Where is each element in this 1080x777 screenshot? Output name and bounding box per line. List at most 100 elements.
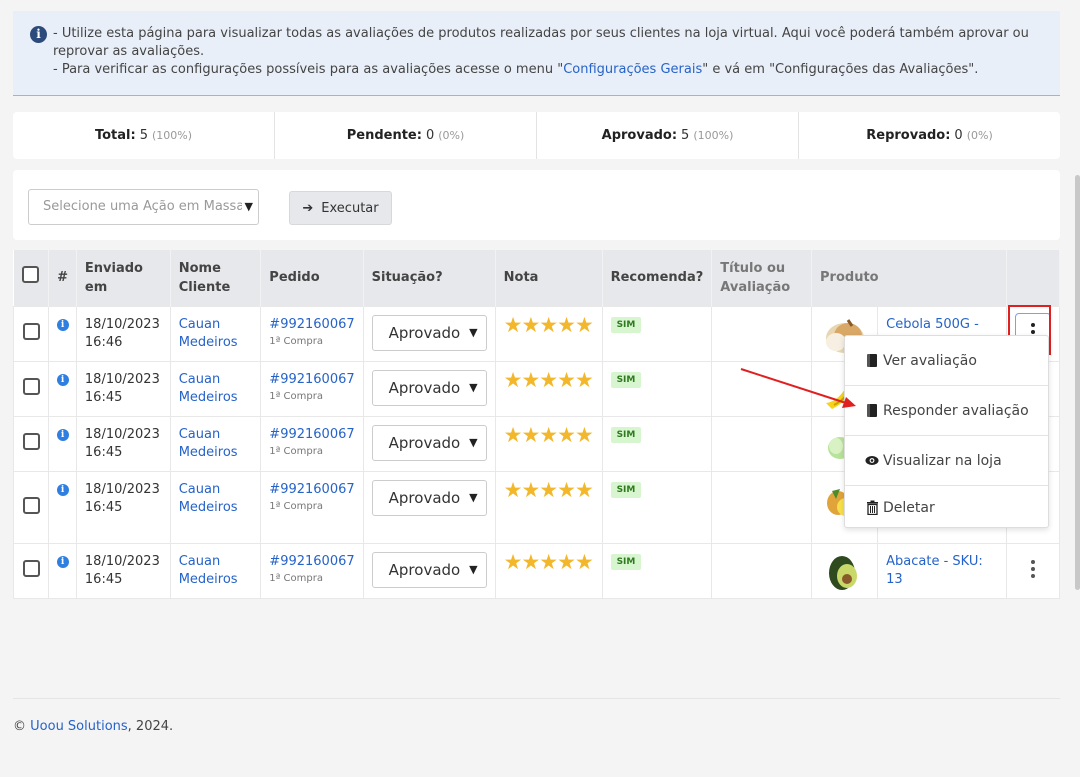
info-icon[interactable]: i	[56, 555, 69, 568]
stat-label: Reprovado:	[866, 128, 951, 143]
rating-stars: ★★★★★	[503, 367, 594, 392]
col-status[interactable]: Situação?	[363, 250, 496, 306]
col-product[interactable]: Produto	[811, 250, 1008, 306]
execute-button[interactable]: ➔ Executar	[289, 191, 392, 225]
rating-stars: ★★★★★	[503, 477, 594, 502]
info-line-2: - Para verificar as configurações possív…	[53, 61, 1040, 79]
status-select[interactable]: Aprovado ▼	[371, 424, 487, 461]
company-link[interactable]: Uoou Solutions	[30, 719, 128, 734]
stat-total: Total: 5 (100%)	[13, 112, 275, 159]
info-icon: i	[30, 26, 47, 43]
chevron-down-icon: ▼	[241, 190, 253, 224]
sent-time: 16:46	[84, 334, 123, 350]
order-sub: 1ª Compra	[269, 500, 323, 512]
stat-pct: (0%)	[438, 129, 465, 142]
stat-value: 0	[954, 128, 963, 143]
sent-date: 18/10/2023	[84, 553, 160, 569]
row-actions-button[interactable]	[1007, 559, 1059, 578]
order-sub: 1ª Compra	[269, 445, 323, 457]
sent-time: 16:45	[84, 571, 123, 587]
row-checkbox[interactable]	[22, 433, 40, 450]
product-link[interactable]: Abacate - SKU: 13	[886, 554, 983, 587]
info-icon[interactable]: i	[56, 373, 69, 386]
client-link[interactable]: Cauan Medeiros	[179, 317, 238, 350]
col-sent[interactable]: Enviado em	[76, 250, 171, 306]
status-value: Aprovado	[388, 378, 461, 397]
client-link[interactable]: Cauan Medeiros	[179, 427, 238, 460]
execute-label: Executar	[321, 200, 379, 216]
client-link[interactable]: Cauan Medeiros	[179, 554, 238, 587]
avocado-image	[829, 555, 858, 590]
order-sub: 1ª Compra	[269, 572, 323, 584]
menu-item-reply[interactable]: Responder avaliação	[845, 386, 1048, 436]
order-link[interactable]: #992160067	[269, 482, 354, 497]
stat-pct: (100%)	[693, 129, 734, 142]
col-client[interactable]: Nome Cliente	[170, 250, 262, 306]
col-order[interactable]: Pedido	[260, 250, 364, 306]
footer-divider	[13, 698, 1060, 699]
chevron-down-icon: ▼	[469, 326, 478, 339]
sent-date: 18/10/2023	[84, 371, 160, 387]
select-all-checkbox[interactable]	[22, 266, 40, 284]
general-settings-link[interactable]: Configurações Gerais	[563, 62, 702, 77]
info-line-1: - Utilize esta página para visualizar to…	[53, 26, 1029, 59]
col-recommend[interactable]: Recomenda?	[602, 250, 713, 306]
sent-date: 18/10/2023	[84, 426, 160, 442]
client-first: Cauan	[178, 426, 221, 442]
table-header-row: # Enviado em Nome Cliente Pedido Situaçã…	[13, 250, 1060, 306]
status-select[interactable]: Aprovado ▼	[371, 479, 487, 516]
info-icon[interactable]: i	[56, 428, 69, 441]
row-checkbox[interactable]	[22, 323, 40, 340]
col-actions	[1006, 250, 1060, 306]
row-checkbox[interactable]	[22, 560, 40, 577]
menu-item-delete[interactable]: Deletar	[845, 486, 1048, 529]
order-sub: 1ª Compra	[269, 335, 323, 347]
rating-stars: ★★★★★	[503, 312, 594, 337]
order-link[interactable]: #992160067	[269, 372, 354, 387]
client-link[interactable]: Cauan Medeiros	[179, 482, 238, 515]
mass-action-placeholder: Selecione uma Ação em Massa	[43, 199, 245, 214]
status-value: Aprovado	[388, 488, 461, 507]
order-link[interactable]: #992160067	[269, 317, 354, 332]
menu-item-view[interactable]: Ver avaliação	[845, 336, 1048, 386]
footer-year: , 2024.	[127, 719, 174, 734]
stats-bar: Total: 5 (100%) Pendente: 0 (0%) Aprovado: 5(…	[13, 112, 1060, 159]
stat-pending: Pendente: 0 (0%)	[275, 112, 537, 159]
row-checkbox[interactable]	[22, 378, 40, 395]
footer: © Uoou Solutions, 2024.	[13, 719, 173, 734]
info-icon[interactable]: i	[56, 483, 69, 496]
client-first: Cauan	[178, 553, 221, 569]
status-select[interactable]: Aprovado ▼	[371, 369, 487, 406]
title-cell	[711, 542, 813, 599]
sent-date: 18/10/2023	[84, 481, 160, 497]
stat-rejected: Reprovado: 0 (0%)	[799, 112, 1060, 159]
mass-actions-bar: Selecione uma Ação em Massa ▼ ➔ Executar	[13, 170, 1060, 240]
order-link[interactable]: #992160067	[269, 554, 354, 569]
sent-date: 18/10/2023	[84, 316, 160, 332]
chevron-down-icon: ▼	[469, 563, 478, 576]
col-title[interactable]: Título ou Avaliação	[711, 250, 813, 306]
product-link[interactable]: Cebola 500G - SKU: 15	[886, 316, 998, 334]
status-select[interactable]: Aprovado ▼	[371, 551, 487, 588]
row-actions-menu: Ver avaliação Responder avaliação Visual…	[844, 335, 1049, 528]
status-value: Aprovado	[388, 560, 461, 579]
order-link[interactable]: #992160067	[269, 427, 354, 442]
recommend-badge: SIM	[610, 316, 642, 333]
info-icon[interactable]: i	[56, 318, 69, 331]
client-link[interactable]: Cauan Medeiros	[179, 372, 238, 405]
rating-stars: ★★★★★	[503, 422, 594, 447]
chevron-down-icon: ▼	[469, 436, 478, 449]
col-rating[interactable]: Nota	[495, 250, 603, 306]
col-hash: #	[48, 250, 77, 306]
annotation-arrow	[740, 368, 856, 408]
stat-value: 5	[681, 128, 690, 143]
scrollbar[interactable]	[1075, 175, 1080, 590]
mass-action-select[interactable]: Selecione uma Ação em Massa ▼	[28, 189, 259, 225]
client-last: Medeiros	[178, 499, 238, 515]
recommend-badge: SIM	[610, 481, 642, 498]
status-select[interactable]: Aprovado ▼	[371, 314, 487, 351]
copyright-symbol: ©	[13, 719, 26, 734]
menu-item-view-store[interactable]: Visualizar na loja	[845, 436, 1048, 486]
row-checkbox[interactable]	[22, 496, 40, 514]
status-value: Aprovado	[388, 433, 461, 452]
